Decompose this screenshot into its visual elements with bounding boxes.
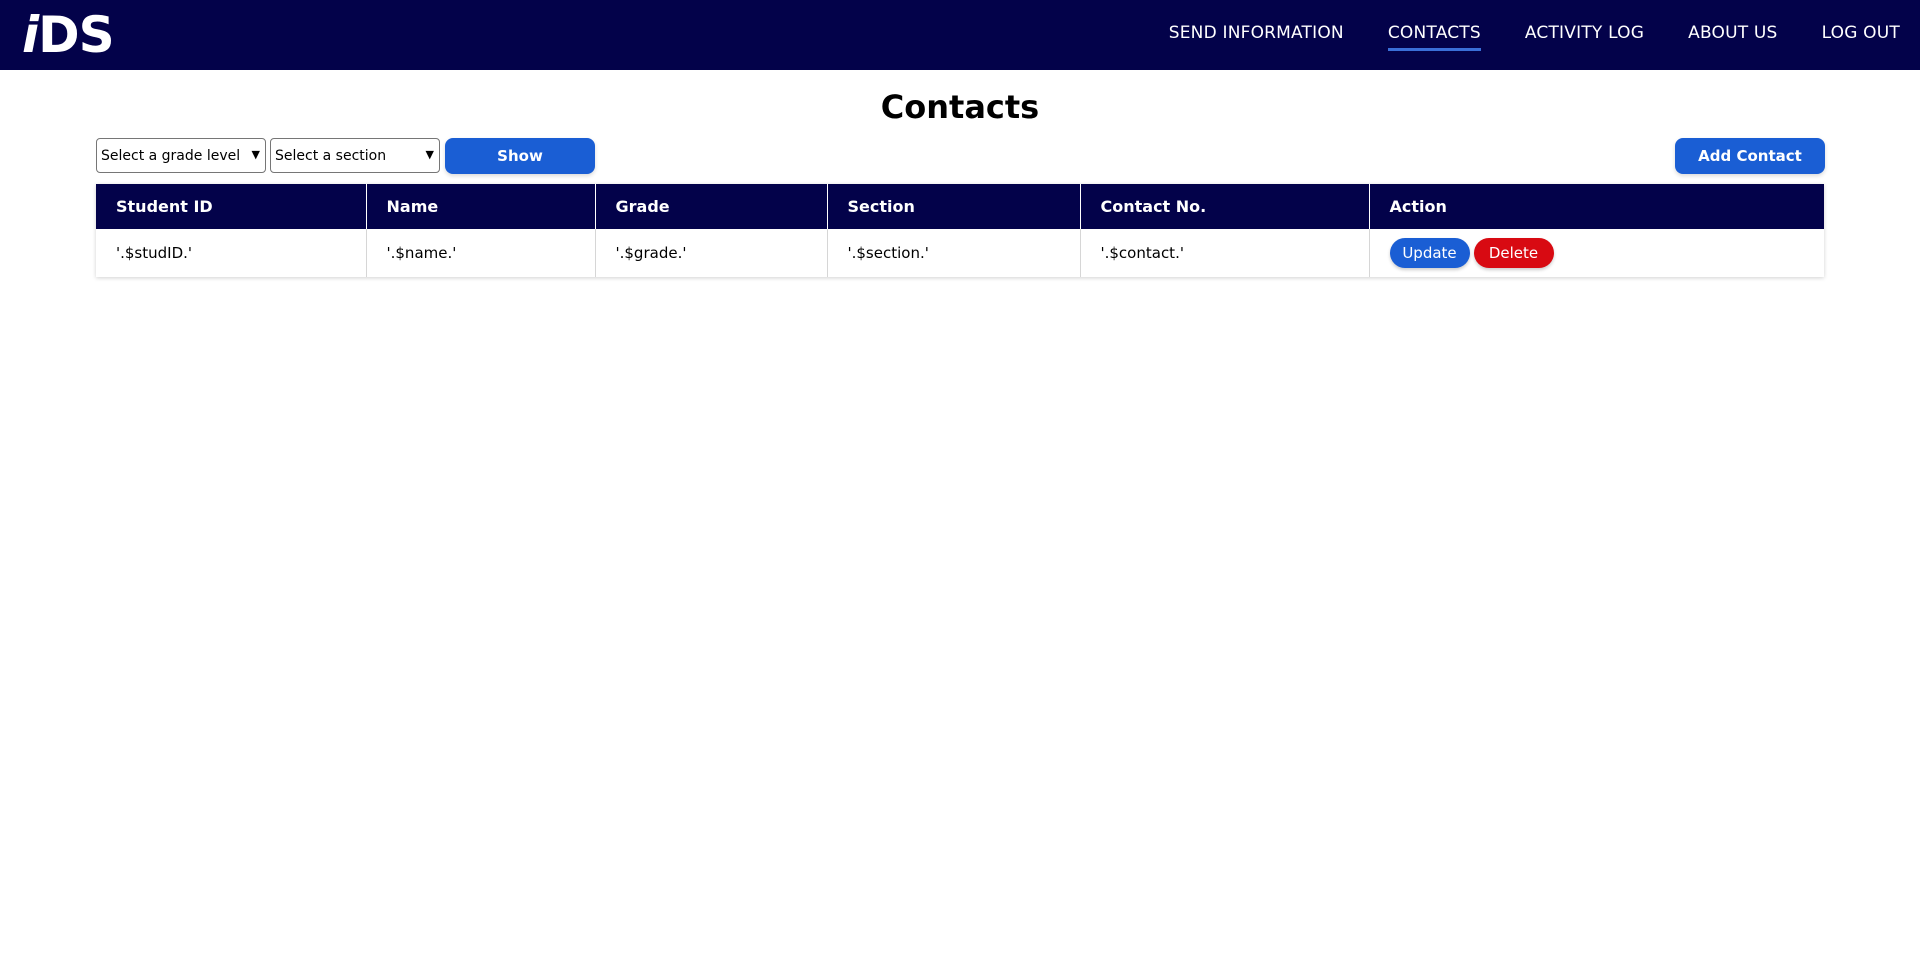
header-section: Section	[827, 184, 1081, 229]
chevron-down-icon: ▼	[425, 148, 434, 161]
logo-letter-i: i	[22, 6, 39, 64]
update-button[interactable]: Update	[1389, 238, 1470, 268]
header-grade: Grade	[595, 184, 828, 229]
grade-level-select-value: Select a grade level	[101, 148, 241, 164]
cell-section: '.$section.'	[827, 229, 1081, 277]
section-select-value: Select a section	[275, 148, 387, 164]
header-name: Name	[366, 184, 596, 229]
header-student-id: Student ID	[96, 184, 367, 229]
nav-send-information[interactable]: SEND INFORMATION	[1169, 23, 1344, 47]
nav-log-out[interactable]: LOG OUT	[1822, 23, 1900, 47]
nav-activity-log[interactable]: ACTIVITY LOG	[1525, 23, 1644, 47]
cell-action: Update Delete	[1369, 229, 1824, 277]
show-button[interactable]: Show	[445, 138, 595, 174]
table-header-row: Student ID Name Grade Section Contact No…	[96, 184, 1824, 229]
ids-logo[interactable]: iDS	[22, 6, 115, 64]
cell-grade: '.$grade.'	[595, 229, 828, 277]
page-title: Contacts	[880, 88, 1040, 126]
grade-level-select[interactable]: Select a grade level ▼	[96, 138, 266, 173]
logo-letters-ds: DS	[38, 6, 115, 64]
contacts-table: Student ID Name Grade Section Contact No…	[96, 184, 1824, 277]
chevron-down-icon: ▼	[251, 148, 260, 161]
section-select[interactable]: Select a section ▼	[270, 138, 440, 173]
cell-contact: '.$contact.'	[1080, 229, 1370, 277]
cell-name: '.$name.'	[366, 229, 596, 277]
nav-contacts[interactable]: CONTACTS	[1387, 23, 1481, 51]
nav-about-us[interactable]: ABOUT US	[1688, 23, 1777, 47]
header-action: Action	[1369, 184, 1824, 229]
nav-links: SEND INFORMATION CONTACTS ACTIVITY LOG A…	[1125, 0, 1900, 70]
cell-student-id: '.$studID.'	[96, 229, 367, 277]
delete-button[interactable]: Delete	[1473, 238, 1554, 268]
add-contact-button[interactable]: Add Contact	[1675, 138, 1825, 174]
top-navbar: iDS SEND INFORMATION CONTACTS ACTIVITY L…	[0, 0, 1920, 70]
header-contact-no: Contact No.	[1080, 184, 1370, 229]
table-row: '.$studID.' '.$name.' '.$grade.' '.$sect…	[96, 229, 1824, 277]
